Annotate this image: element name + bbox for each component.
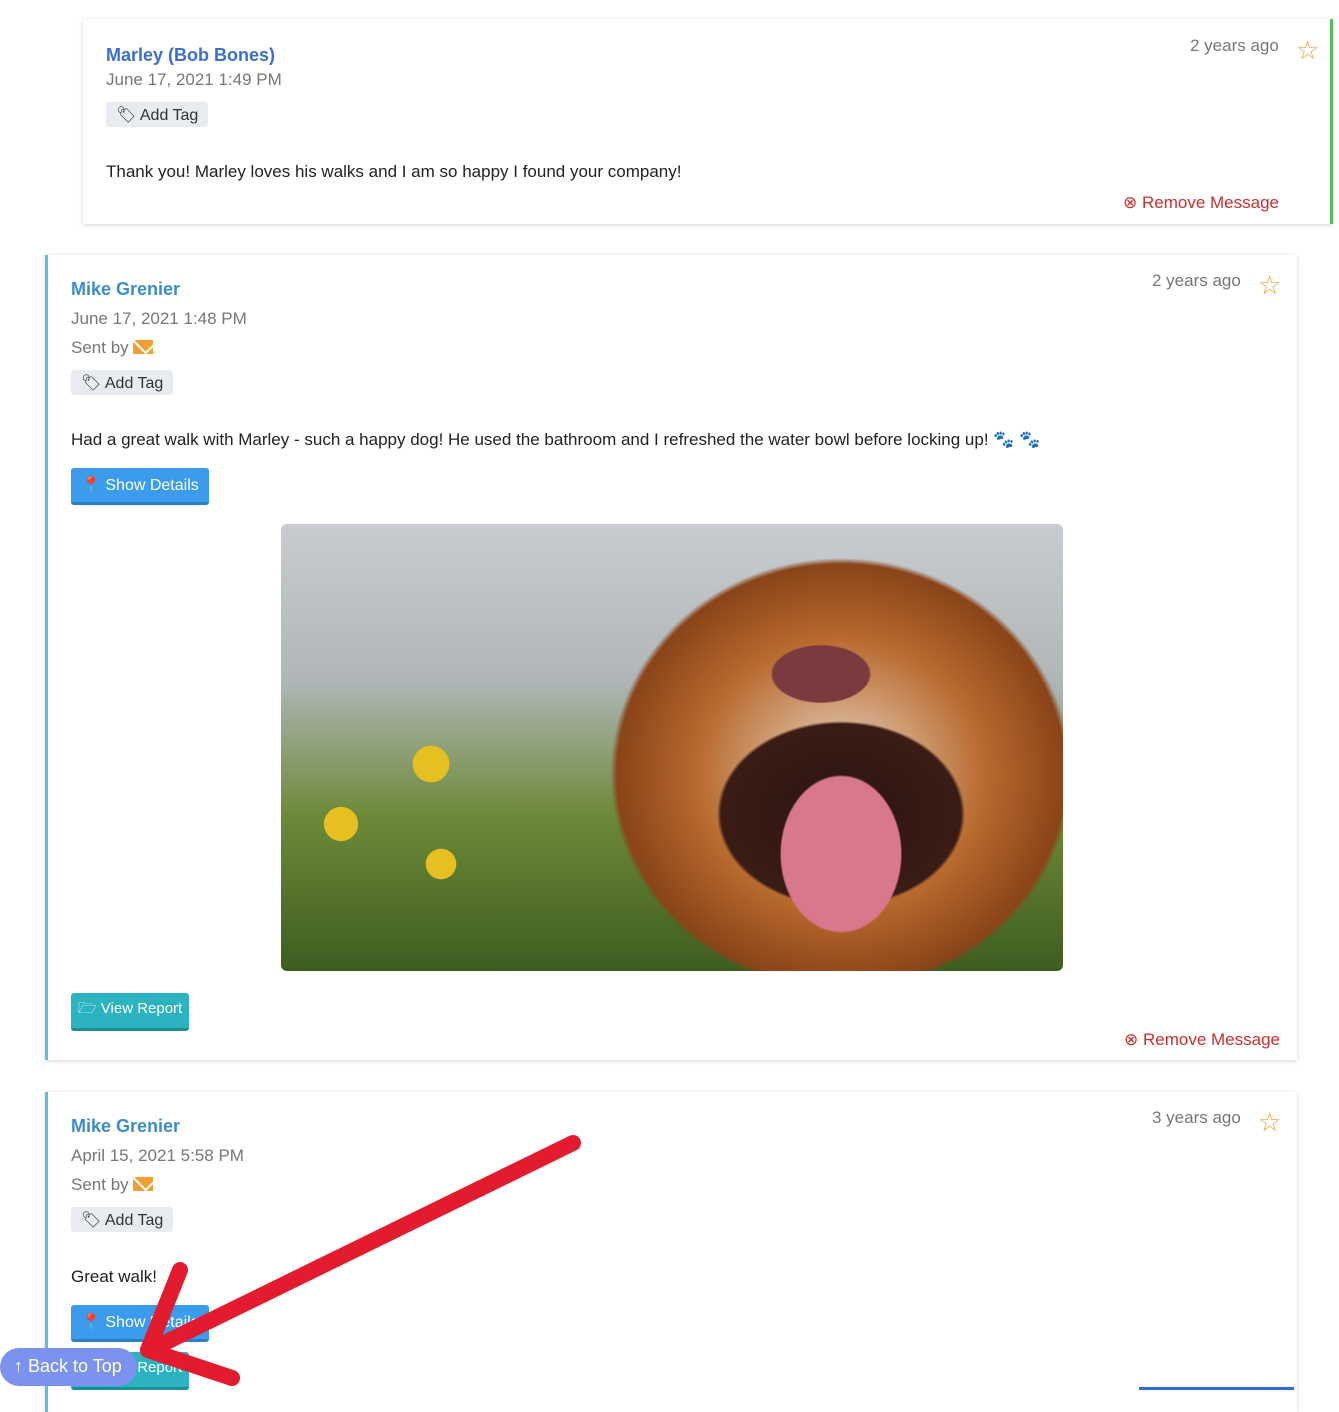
back-to-top-button[interactable]: ↑ Back to Top xyxy=(0,1348,137,1386)
annotation-arrow xyxy=(140,1135,581,1386)
